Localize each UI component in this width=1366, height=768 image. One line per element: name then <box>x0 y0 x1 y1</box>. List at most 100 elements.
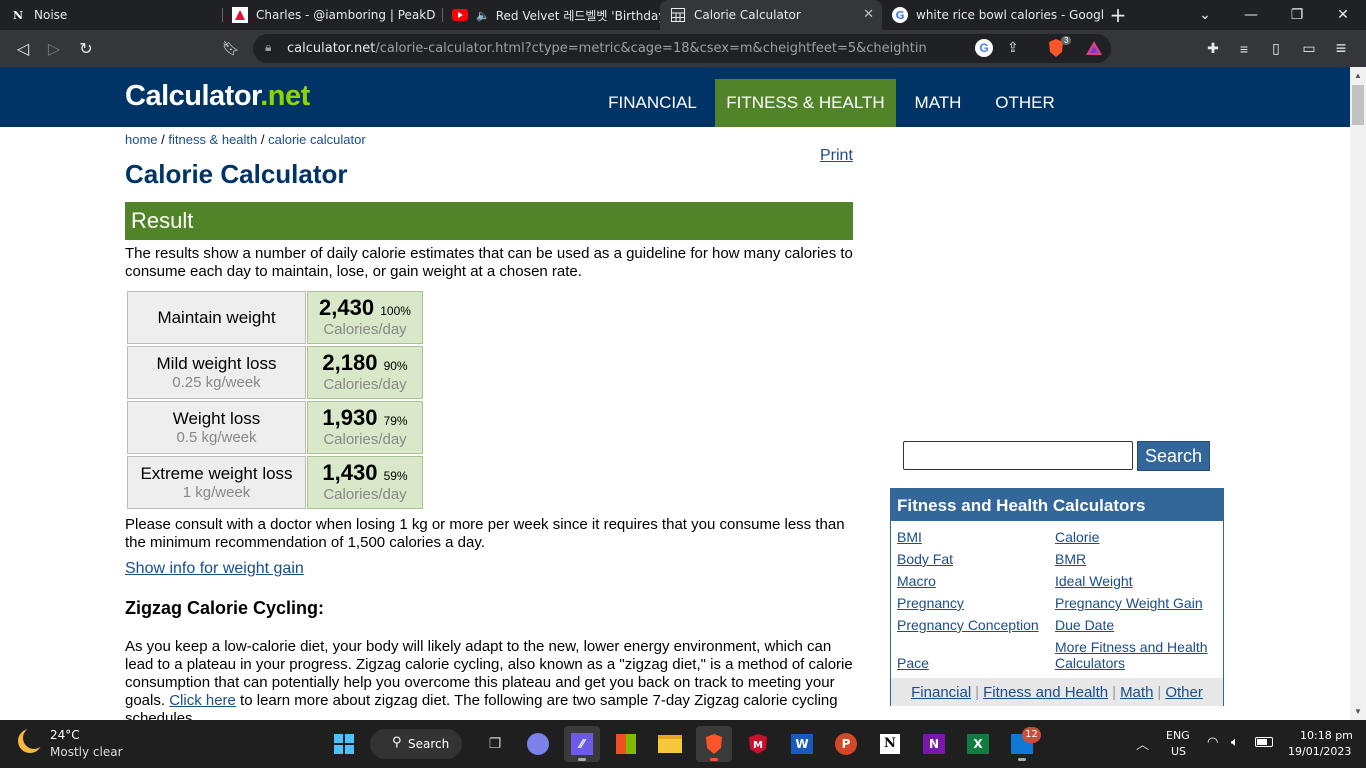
address-bar[interactable]: 🔒︎ calculator.net/calorie-calculator.htm… <box>253 34 1111 63</box>
notion-desktop-icon[interactable]: N <box>872 726 908 762</box>
battery-icon[interactable] <box>1255 737 1273 747</box>
breadcrumb-separator: / <box>257 132 269 147</box>
volume-icon[interactable]: 🔈︎ <box>1231 735 1239 750</box>
google-icon: G <box>892 7 908 23</box>
link-ideal-weight[interactable]: Ideal Weight <box>1055 573 1133 589</box>
brave-browser-icon[interactable] <box>696 726 732 762</box>
file-explorer-icon[interactable] <box>652 726 688 762</box>
tab-search-chevron-icon[interactable]: ⌄ <box>1182 0 1228 30</box>
share-icon[interactable]: ⇪ <box>1007 39 1019 56</box>
link-due-date[interactable]: Due Date <box>1055 617 1114 633</box>
search-button[interactable]: Search <box>1137 441 1210 471</box>
forward-icon[interactable]: ▷ <box>39 30 69 67</box>
footer-link-fitness[interactable]: Fitness and Health <box>983 684 1108 701</box>
page-title: Calorie Calculator <box>125 159 348 189</box>
extensions-icon[interactable]: ✚ <box>1198 30 1228 67</box>
audio-playing-icon[interactable]: 🔈 <box>476 9 490 22</box>
nav-fitness-health[interactable]: FITNESS & HEALTH <box>715 79 896 127</box>
notion-app-icon[interactable]: ⁄⁄ <box>564 726 600 762</box>
clock-time[interactable]: 10:18 pm <box>1300 729 1353 742</box>
footer-link-other[interactable]: Other <box>1165 684 1203 701</box>
url-text[interactable]: calculator.net/calorie-calculator.html?c… <box>287 41 927 56</box>
link-more-fitness[interactable]: More Fitness and Health Calculators <box>1055 639 1215 671</box>
close-tab-icon[interactable]: ✕ <box>863 7 874 22</box>
tab-calorie-calculator[interactable]: Calorie Calculator ✕ <box>660 0 882 30</box>
breadcrumb: home / fitness & health / calorie calcul… <box>125 132 366 147</box>
link-macro[interactable]: Macro <box>897 573 936 589</box>
new-tab-button[interactable]: + <box>1098 0 1138 30</box>
teams-chat-icon[interactable] <box>520 726 556 762</box>
weight-gain-link[interactable]: Show info for weight gain <box>125 560 304 578</box>
browser-tab-bar: N Noise Charles - @iamboring | PeakD 🔈 R… <box>0 0 1366 30</box>
tab-youtube[interactable]: 🔈 Red Velvet 레드벨벳 'Birthday' <box>442 0 660 30</box>
nav-math[interactable]: MATH <box>903 79 973 127</box>
breadcrumb-current[interactable]: calorie calculator <box>268 132 366 147</box>
weather-temp[interactable]: 24°C <box>50 728 80 742</box>
footer-separator: | <box>975 683 980 701</box>
youtube-icon <box>452 7 468 23</box>
back-icon[interactable]: ◁ <box>8 30 38 67</box>
footer-link-math[interactable]: Math <box>1120 684 1153 701</box>
footer-separator: | <box>1157 683 1162 701</box>
region-indicator[interactable]: US <box>1171 745 1186 758</box>
result-value-mild-loss: 2,180 90% Calories/day <box>307 346 423 399</box>
task-view-icon[interactable]: ❐ <box>477 726 513 762</box>
link-pregnancy-conception[interactable]: Pregnancy Conception <box>897 617 1039 633</box>
nav-other[interactable]: OTHER <box>985 79 1065 127</box>
wifi-icon[interactable]: ◠ <box>1207 735 1218 750</box>
store-icon[interactable] <box>608 726 644 762</box>
start-icon[interactable] <box>326 726 362 762</box>
browser-toolbar: ◁ ▷ ↻ 🔖︎ 🔒︎ calculator.net/calorie-calcu… <box>0 30 1366 67</box>
result-label-text: Maintain weight <box>157 307 276 327</box>
tab-peakd[interactable]: Charles - @iamboring | PeakD <box>222 0 442 30</box>
breadcrumb-fitness[interactable]: fitness & health <box>168 132 257 147</box>
restore-button[interactable]: ❐ <box>1274 0 1320 30</box>
onenote-icon[interactable]: N <box>916 726 952 762</box>
brave-rewards-icon[interactable] <box>1085 39 1103 60</box>
clock-date[interactable]: 19/01/2023 <box>1288 745 1351 758</box>
reload-icon[interactable]: ↻ <box>71 30 101 67</box>
site-logo[interactable]: Calculator.net <box>125 80 310 113</box>
language-indicator[interactable]: ENG <box>1166 729 1190 742</box>
weather-desc[interactable]: Mostly clear <box>50 745 123 759</box>
bookmark-icon[interactable]: 🔖︎ <box>216 30 246 67</box>
mcafee-icon[interactable]: M <box>740 726 776 762</box>
page-scrollbar[interactable]: ▲ ▼ <box>1350 67 1366 720</box>
taskbar-search[interactable]: ⚲ Search <box>370 729 462 759</box>
tab-noise[interactable]: N Noise <box>0 0 222 30</box>
reading-list-icon[interactable]: ≡ <box>1229 30 1259 67</box>
zigzag-click-here-link[interactable]: Click here <box>169 692 236 709</box>
tab-google[interactable]: G white rice bowl calories - Google S <box>882 0 1104 30</box>
link-calorie[interactable]: Calorie <box>1055 529 1099 545</box>
print-link[interactable]: Print <box>820 147 853 165</box>
result-label-rate: 1 kg/week <box>182 484 251 501</box>
link-pace[interactable]: Pace <box>897 655 929 671</box>
breadcrumb-home[interactable]: home <box>125 132 158 147</box>
result-label-extreme-loss: Extreme weight loss 1 kg/week <box>127 456 306 509</box>
excel-icon[interactable]: X <box>960 726 996 762</box>
site-search-input[interactable] <box>903 441 1133 470</box>
link-pregnancy[interactable]: Pregnancy <box>897 595 964 611</box>
scrollbar-thumb[interactable] <box>1352 85 1364 125</box>
link-bmi[interactable]: BMI <box>897 529 922 545</box>
link-body-fat[interactable]: Body Fat <box>897 551 953 567</box>
link-pregnancy-weight-gain[interactable]: Pregnancy Weight Gain <box>1055 595 1203 611</box>
scroll-down-icon[interactable]: ▼ <box>1354 707 1362 716</box>
calorie-unit: Calories/day <box>323 431 407 448</box>
google-lens-icon[interactable]: G <box>975 39 993 57</box>
sidebar-icon[interactable]: ▯ <box>1261 30 1291 67</box>
result-label-rate: 0.25 kg/week <box>172 374 261 391</box>
fitness-calculators-panel: Fitness and Health Calculators BMI Body … <box>890 488 1224 706</box>
wallet-icon[interactable]: ▭ <box>1294 30 1324 67</box>
scroll-up-icon[interactable]: ▲ <box>1354 71 1362 80</box>
word-icon[interactable]: W <box>784 726 820 762</box>
peakd-icon <box>232 7 248 23</box>
powerpoint-icon[interactable]: P <box>828 726 864 762</box>
nav-financial[interactable]: FINANCIAL <box>596 79 709 127</box>
minimize-button[interactable]: — <box>1228 0 1274 30</box>
link-bmr[interactable]: BMR <box>1055 551 1086 567</box>
tray-chevron-up-icon[interactable]: ︿ <box>1136 734 1149 753</box>
close-window-button[interactable]: ✕ <box>1320 0 1366 30</box>
menu-icon[interactable]: ≡ <box>1326 30 1356 67</box>
footer-link-financial[interactable]: Financial <box>911 684 971 701</box>
